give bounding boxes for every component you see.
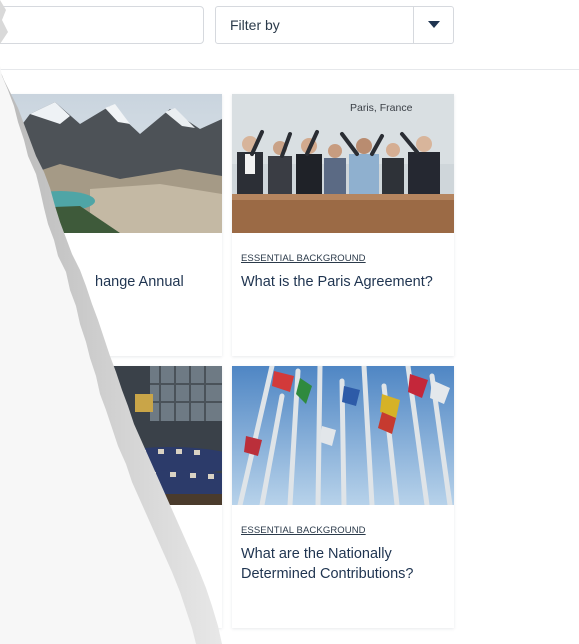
card-body: hange Annual [0, 233, 222, 302]
card-body: ESSENTIAL BACKGROUND What is the Paris A… [232, 233, 454, 302]
card-title[interactable]: hange Annual [95, 272, 213, 292]
page: Filter by hange Annual Paris, France ESS… [0, 0, 579, 644]
card-title[interactable]: What are the Nationally Determined Contr… [241, 544, 445, 584]
search-input[interactable] [0, 6, 204, 44]
image-caption: Paris, France [350, 102, 413, 114]
card-body: ESSENTIAL BACKGROUND What are the Nation… [232, 505, 454, 594]
card-image-mountains[interactable] [0, 94, 222, 233]
card-body [0, 505, 222, 554]
card-category[interactable]: ESSENTIAL BACKGROUND [241, 253, 366, 264]
filter-dropdown-label: Filter by [230, 17, 280, 33]
caret-down-icon [427, 21, 440, 28]
card-title[interactable]: What is the Paris Agreement? [241, 272, 445, 292]
filter-dropdown[interactable]: Filter by [215, 6, 454, 44]
filter-dropdown-toggle[interactable] [413, 7, 453, 43]
card-image-flags[interactable] [232, 366, 454, 505]
header-divider [0, 69, 579, 70]
article-card[interactable]: ESSENTIAL BACKGROUND What are the Nation… [232, 366, 454, 628]
article-card[interactable]: hange Annual [0, 94, 222, 356]
article-card[interactable] [0, 366, 222, 628]
card-image-assembly-hall[interactable] [0, 366, 222, 505]
card-image-paris-agreement[interactable]: Paris, France [232, 94, 454, 233]
article-card[interactable]: Paris, France ESSENTIAL BACKGROUND What … [232, 94, 454, 356]
card-category[interactable]: ESSENTIAL BACKGROUND [241, 525, 366, 536]
